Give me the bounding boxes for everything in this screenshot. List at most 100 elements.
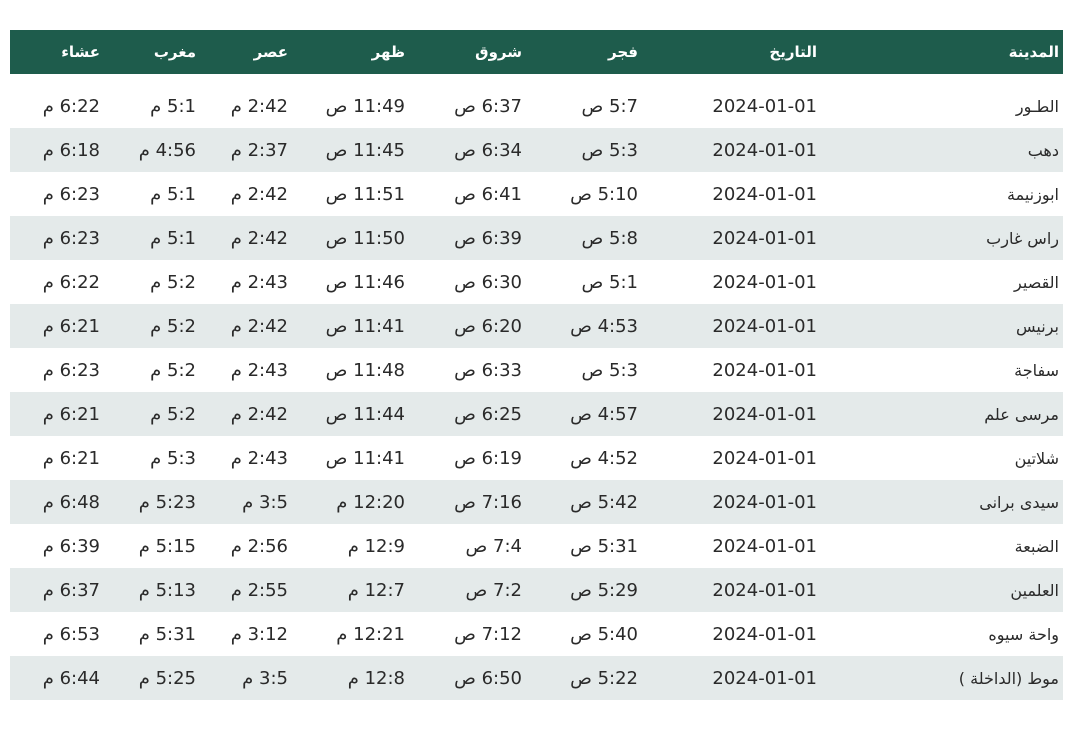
cell-city: برنيس	[821, 304, 1063, 348]
table-row: ابوزنيمة 2024-01-01 5:10 ص 6:41 ص 11:51 ص 2:4…	[10, 172, 1063, 216]
cell-dhuhr: 12:8 م	[292, 656, 409, 700]
cell-date: 2024-01-01	[642, 436, 821, 480]
header-fajr: فجر	[526, 30, 642, 74]
cell-asr: 2:56 م	[200, 524, 292, 568]
cell-isha: 6:53 م	[10, 612, 104, 656]
cell-asr: 2:42 م	[200, 172, 292, 216]
cell-maghrib: 5:3 م	[104, 436, 200, 480]
header-asr: عصر	[200, 30, 292, 74]
prayer-times-table-container: المدينة التاريخ فجر شروق ظهر عصر مغرب عش…	[10, 30, 1063, 700]
cell-maghrib: 5:13 م	[104, 568, 200, 612]
table-header: المدينة التاريخ فجر شروق ظهر عصر مغرب عش…	[10, 30, 1063, 84]
cell-isha: 6:39 م	[10, 524, 104, 568]
cell-city: سيدى برانى	[821, 480, 1063, 524]
cell-dhuhr: 12:9 م	[292, 524, 409, 568]
cell-maghrib: 4:56 م	[104, 128, 200, 172]
cell-asr: 2:42 م	[200, 304, 292, 348]
cell-shurooq: 6:41 ص	[409, 172, 526, 216]
header-row: المدينة التاريخ فجر شروق ظهر عصر مغرب عش…	[10, 30, 1063, 74]
cell-asr: 2:55 م	[200, 568, 292, 612]
cell-shurooq: 7:4 ص	[409, 524, 526, 568]
cell-fajr: 5:29 ص	[526, 568, 642, 612]
cell-maghrib: 5:25 م	[104, 656, 200, 700]
cell-date: 2024-01-01	[642, 480, 821, 524]
table-row: سفاجة 2024-01-01 5:3 ص 6:33 ص 11:48 ص 2:43 م5…	[10, 348, 1063, 392]
cell-asr: 3:5 م	[200, 480, 292, 524]
cell-isha: 6:21 م	[10, 304, 104, 348]
cell-dhuhr: 11:45 ص	[292, 128, 409, 172]
cell-date: 2024-01-01	[642, 304, 821, 348]
cell-asr: 2:43 م	[200, 436, 292, 480]
cell-city: الضبعة	[821, 524, 1063, 568]
cell-dhuhr: 12:20 م	[292, 480, 409, 524]
cell-isha: 6:23 م	[10, 172, 104, 216]
cell-city: العلمين	[821, 568, 1063, 612]
cell-fajr: 5:3 ص	[526, 348, 642, 392]
cell-dhuhr: 11:41 ص	[292, 304, 409, 348]
cell-date: 2024-01-01	[642, 568, 821, 612]
cell-date: 2024-01-01	[642, 128, 821, 172]
cell-date: 2024-01-01	[642, 612, 821, 656]
cell-shurooq: 6:34 ص	[409, 128, 526, 172]
cell-shurooq: 7:12 ص	[409, 612, 526, 656]
cell-dhuhr: 12:7 م	[292, 568, 409, 612]
cell-maghrib: 5:2 م	[104, 392, 200, 436]
cell-dhuhr: 11:48 ص	[292, 348, 409, 392]
cell-date: 2024-01-01	[642, 260, 821, 304]
cell-fajr: 5:8 ص	[526, 216, 642, 260]
table-row: دهب 2024-01-01 5:3 ص 6:34 ص 11:45 ص 2:37 م 4:5…	[10, 128, 1063, 172]
cell-asr: 2:43 م	[200, 260, 292, 304]
cell-shurooq: 6:25 ص	[409, 392, 526, 436]
prayer-times-table: المدينة التاريخ فجر شروق ظهر عصر مغرب عش…	[10, 30, 1063, 700]
table-row: واحة سيوه 2024-01-01 5:40 ص 7:12 ص 12:21 م 3:…	[10, 612, 1063, 656]
cell-isha: 6:37 م	[10, 568, 104, 612]
cell-date: 2024-01-01	[642, 348, 821, 392]
cell-asr: 2:42 م	[200, 84, 292, 128]
cell-asr: 2:37 م	[200, 128, 292, 172]
table-row: القصير 2024-01-01 5:1 ص 6:30 ص 11:46 ص 2:43 م…	[10, 260, 1063, 304]
table-row: مرسى علم 2024-01-01 4:57 ص 6:25 ص 11:44 ص 2:4…	[10, 392, 1063, 436]
cell-isha: 6:23 م	[10, 216, 104, 260]
cell-city: القصير	[821, 260, 1063, 304]
cell-fajr: 5:40 ص	[526, 612, 642, 656]
table-row: الضبعة 2024-01-01 5:31 ص 7:4 ص 12:9 م 2:56 م5…	[10, 524, 1063, 568]
cell-isha: 6:18 م	[10, 128, 104, 172]
cell-maghrib: 5:1 م	[104, 172, 200, 216]
cell-maghrib: 5:23 م	[104, 480, 200, 524]
cell-isha: 6:21 م	[10, 436, 104, 480]
header-dhuhr: ظهر	[292, 30, 409, 74]
cell-isha: 6:21 م	[10, 392, 104, 436]
table-row: شلاتين 2024-01-01 4:52 ص 6:19 ص 11:41 ص 2:43 …	[10, 436, 1063, 480]
cell-date: 2024-01-01	[642, 392, 821, 436]
cell-shurooq: 7:2 ص	[409, 568, 526, 612]
header-shurooq: شروق	[409, 30, 526, 74]
cell-date: 2024-01-01	[642, 656, 821, 700]
cell-fajr: 5:1 ص	[526, 260, 642, 304]
table-body: الطـور 2024-01-01 5:7 ص 6:37 ص 11:49 ص 2:42 م…	[10, 84, 1063, 700]
cell-isha: 6:22 م	[10, 260, 104, 304]
header-date: التاريخ	[642, 30, 821, 74]
cell-shurooq: 6:20 ص	[409, 304, 526, 348]
cell-city: سفاجة	[821, 348, 1063, 392]
cell-dhuhr: 11:50 ص	[292, 216, 409, 260]
cell-shurooq: 6:30 ص	[409, 260, 526, 304]
table-row: موط (الداخلة ) 2024-01-01 5:22 ص 6:50 ص 12:8…	[10, 656, 1063, 700]
cell-dhuhr: 11:44 ص	[292, 392, 409, 436]
table-row: راس غارب 2024-01-01 5:8 ص 6:39 ص 11:50 ص 2:42…	[10, 216, 1063, 260]
cell-dhuhr: 11:49 ص	[292, 84, 409, 128]
cell-date: 2024-01-01	[642, 172, 821, 216]
cell-fajr: 5:31 ص	[526, 524, 642, 568]
cell-shurooq: 6:39 ص	[409, 216, 526, 260]
header-city: المدينة	[821, 30, 1063, 74]
cell-fajr: 5:7 ص	[526, 84, 642, 128]
cell-fajr: 5:10 ص	[526, 172, 642, 216]
cell-maghrib: 5:1 م	[104, 84, 200, 128]
cell-city: واحة سيوه	[821, 612, 1063, 656]
table-row: سيدى برانى 2024-01-01 5:42 ص 7:16 ص 12:20 م3…	[10, 480, 1063, 524]
table-row: العلمين 2024-01-01 5:29 ص 7:2 ص 12:7 م 2:55 م…	[10, 568, 1063, 612]
cell-dhuhr: 11:41 ص	[292, 436, 409, 480]
cell-shurooq: 6:37 ص	[409, 84, 526, 128]
table-row: برنيس 2024-01-01 4:53 ص 6:20 ص 11:41 ص 2:42 م…	[10, 304, 1063, 348]
cell-maghrib: 5:2 م	[104, 304, 200, 348]
cell-fajr: 4:57 ص	[526, 392, 642, 436]
